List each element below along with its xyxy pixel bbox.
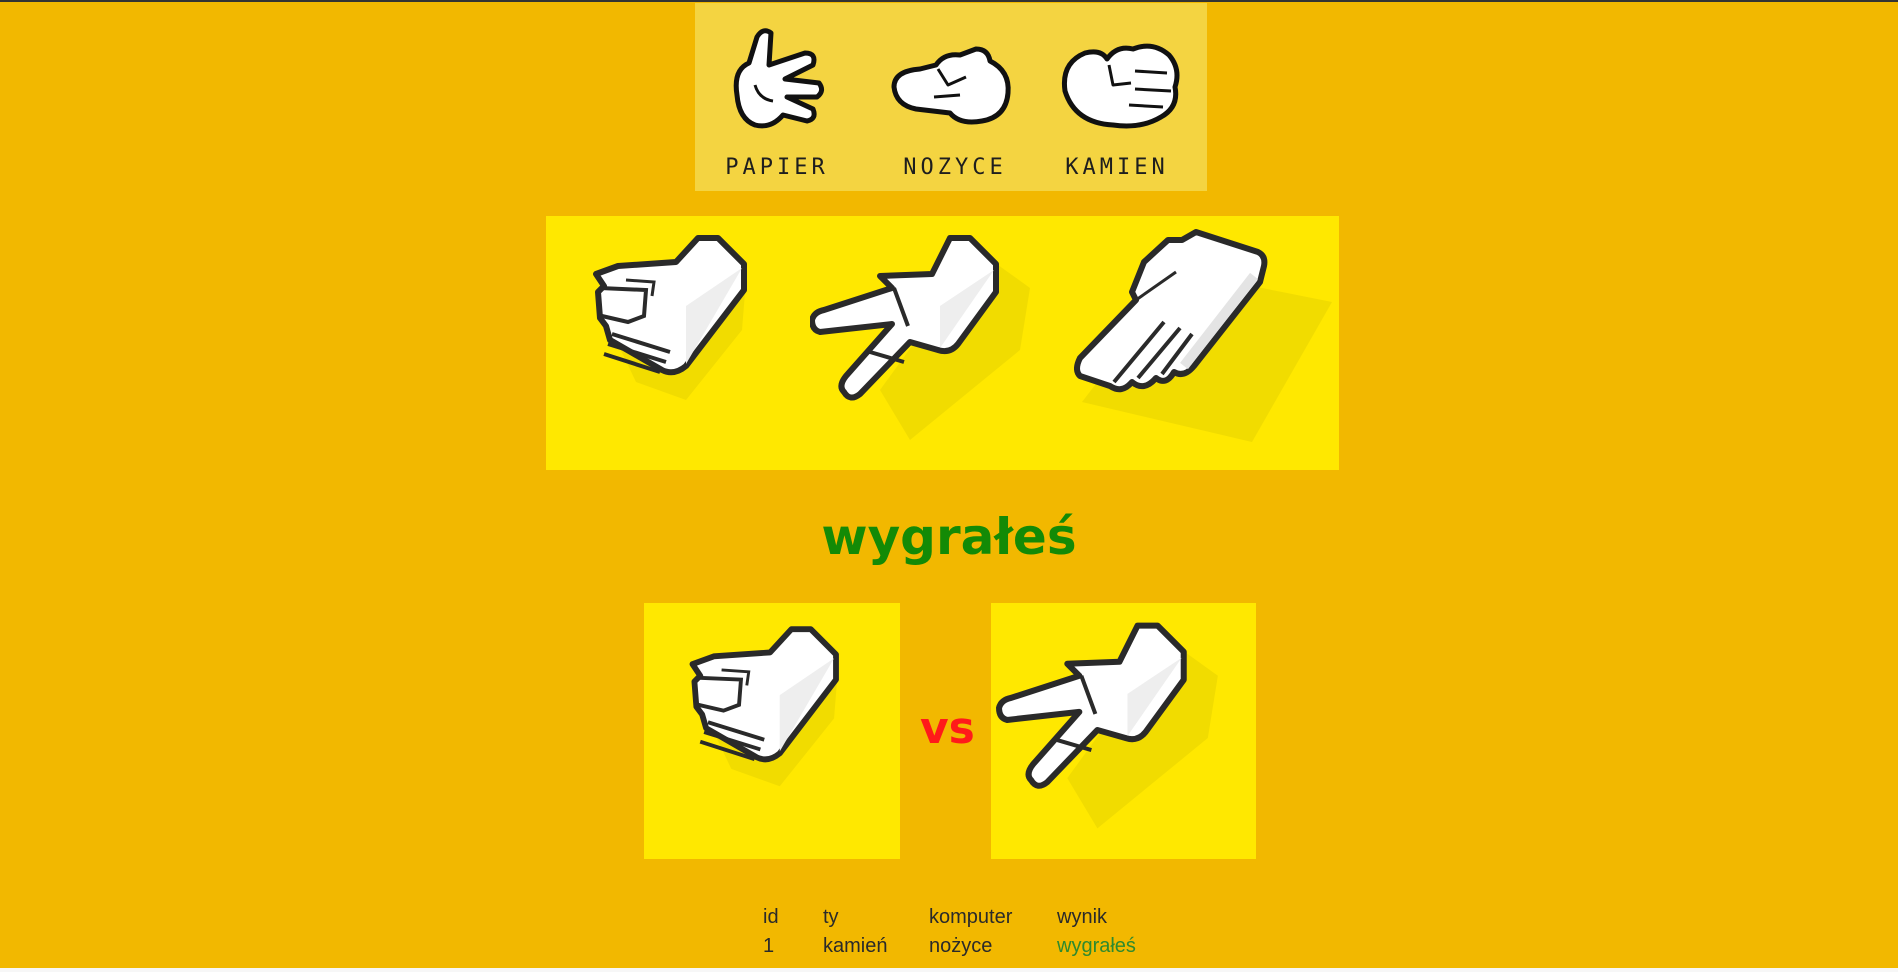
player-choice-slot — [644, 603, 900, 859]
rock-hand-icon — [593, 235, 747, 400]
history-row: 1 kamień nożyce wygrałeś — [763, 932, 1157, 961]
logo-label-kamien: KAMIEN — [1065, 155, 1169, 180]
history-cell-wynik: wygrałeś — [1057, 935, 1136, 957]
result-text: wygrałeś — [821, 508, 1077, 566]
bottom-border — [0, 968, 1898, 972]
history-table: id ty komputer wynik 1 kamień nożyce wyg… — [763, 903, 1157, 961]
paper-glove-icon — [733, 28, 825, 129]
choice-panel — [546, 216, 1339, 470]
scissors-glove-icon — [891, 46, 1011, 125]
choice-scissors-button[interactable] — [810, 216, 1074, 470]
logo-label-papier: PAPIER — [725, 155, 829, 180]
game-logo: PAPIER NOZYCE KAMIEN — [695, 3, 1207, 191]
history-header-ty: ty — [823, 906, 839, 928]
history-header-wynik: wynik — [1057, 906, 1108, 928]
history-header-row: id ty komputer wynik — [763, 903, 1157, 932]
scissors-hand-icon — [810, 235, 1030, 440]
player-rock-hand-icon — [689, 626, 839, 787]
history-cell-id: 1 — [763, 935, 775, 957]
computer-scissors-hand-icon — [996, 622, 1218, 829]
choice-rock-button[interactable] — [546, 216, 810, 470]
rock-glove-icon — [1061, 43, 1180, 129]
computer-choice-slot — [991, 603, 1256, 859]
top-border — [0, 0, 1898, 2]
history-header-id: id — [763, 906, 779, 928]
history-cell-ty: kamień — [823, 935, 888, 957]
history-header-komputer: komputer — [929, 906, 1013, 928]
vs-label: vs — [920, 703, 975, 754]
logo-label-nozyce: NOZYCE — [903, 155, 1007, 180]
history-cell-komputer: nożyce — [929, 935, 993, 957]
paper-hand-icon — [1074, 229, 1332, 442]
choice-paper-button[interactable] — [1074, 216, 1338, 470]
